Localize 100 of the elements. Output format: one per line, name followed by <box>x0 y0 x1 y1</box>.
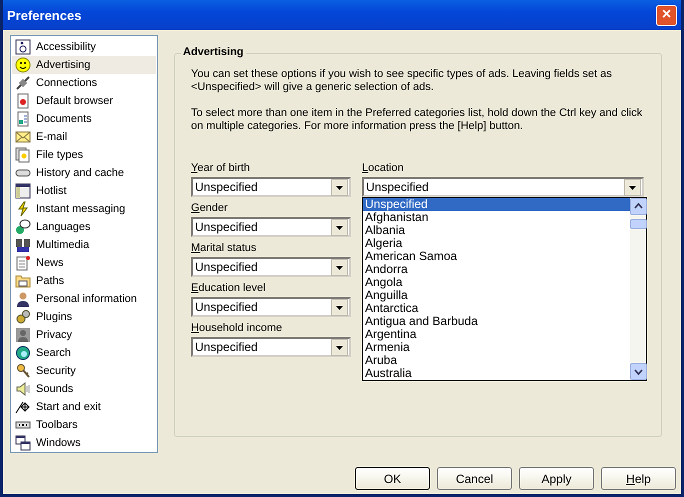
category-label: Paths <box>36 275 64 287</box>
dropdown-option[interactable]: Andorra <box>363 263 630 276</box>
category-item[interactable]: Toolbars <box>12 416 156 434</box>
silhouette-icon <box>15 327 31 343</box>
files-icon <box>15 147 31 163</box>
category-label: Personal information <box>36 293 137 305</box>
speaker-icon <box>15 381 31 397</box>
category-label: Search <box>36 347 71 359</box>
field-label: Marital status <box>191 241 258 256</box>
category-item[interactable]: Security <box>12 362 156 380</box>
field-label: Location <box>362 161 405 176</box>
dropdown-option[interactable]: Afghanistan <box>363 211 630 224</box>
dropdown-option[interactable]: Argentina <box>363 328 630 341</box>
dropdown-field[interactable]: Unspecified <box>191 337 351 357</box>
field-label: Education level <box>191 281 267 296</box>
dropdown-option[interactable]: Albania <box>363 224 630 237</box>
category-item[interactable]: Paths <box>12 272 156 290</box>
dropdown-field[interactable]: Unspecified <box>191 177 351 197</box>
category-label: History and cache <box>36 167 124 179</box>
scrollbar[interactable] <box>630 198 646 380</box>
dropdown-field[interactable]: Unspecified <box>191 257 351 277</box>
field-label: Gender <box>191 201 229 216</box>
note-icon <box>15 255 31 271</box>
keys-icon <box>15 363 31 379</box>
category-label: Sounds <box>36 383 74 395</box>
plug-icon <box>15 75 31 91</box>
category-label: Start and exit <box>36 401 101 413</box>
category-item[interactable]: Start and exit <box>12 398 156 416</box>
dropdown-option[interactable]: Angola <box>363 276 630 289</box>
category-label: Instant messaging <box>36 203 126 215</box>
category-item[interactable]: Multimedia <box>12 236 156 254</box>
category-label: Accessibility <box>36 41 96 53</box>
category-label: Documents <box>36 113 92 125</box>
category-item[interactable]: Accessibility <box>12 38 156 56</box>
field-label: Household income <box>191 321 284 336</box>
document-icon <box>15 93 31 109</box>
category-item[interactable]: Personal information <box>12 290 156 308</box>
window-title: Preferences <box>7 8 82 22</box>
category-item[interactable]: Sounds <box>12 380 156 398</box>
category-label: Privacy <box>36 329 72 341</box>
scroll-thumb[interactable] <box>630 219 647 229</box>
category-label: Plugins <box>36 311 72 323</box>
category-item[interactable]: News <box>12 254 156 272</box>
category-label: Windows <box>36 437 81 449</box>
dropdown-option[interactable]: Australia <box>363 367 630 380</box>
dropdown-field[interactable]: Unspecified <box>191 217 351 237</box>
category-item[interactable]: Default browser <box>12 92 156 110</box>
dropdown-field[interactable]: Unspecified <box>362 177 644 197</box>
category-item[interactable]: Documents <box>12 110 156 128</box>
dropdown-option[interactable]: Antarctica <box>363 302 630 315</box>
category-item[interactable]: Instant messaging <box>12 200 156 218</box>
category-label: E-mail <box>36 131 68 143</box>
category-label: Advertising <box>36 59 90 71</box>
category-item[interactable]: Connections <box>12 74 156 92</box>
film-icon <box>15 237 31 253</box>
category-label: Hotlist <box>36 185 67 197</box>
category-item[interactable]: Search <box>12 344 156 362</box>
dropdown-option[interactable]: American Samoa <box>363 250 630 263</box>
group-title: Advertising <box>181 46 246 58</box>
category-label: Toolbars <box>36 419 78 431</box>
dropdown-option[interactable]: Algeria <box>363 237 630 250</box>
folder-icon <box>15 273 31 289</box>
close-button[interactable]: × <box>656 4 677 26</box>
category-item[interactable]: Languages <box>12 218 156 236</box>
dropdown-option[interactable]: Aruba <box>363 354 630 367</box>
category-label: News <box>36 257 64 269</box>
category-item[interactable]: History and cache <box>12 164 156 182</box>
lightning-icon <box>15 201 31 217</box>
dropdown-option[interactable]: Antigua and Barbuda <box>363 315 630 328</box>
scroll-down-icon[interactable] <box>630 363 647 380</box>
envelope-icon <box>15 129 31 145</box>
crosshair-icon <box>15 399 31 415</box>
dropdown-option[interactable]: Unspecified <box>363 198 630 211</box>
dialog-button[interactable]: Cancel <box>437 467 512 490</box>
dialog-button[interactable]: Apply <box>519 467 594 490</box>
category-item[interactable]: Plugins <box>12 308 156 326</box>
category-label: Languages <box>36 221 90 233</box>
category-item[interactable]: E-mail <box>12 128 156 146</box>
dialog-button[interactable]: Help <box>601 467 676 490</box>
dropdown-option[interactable]: Armenia <box>363 341 630 354</box>
dropdown-field[interactable]: Unspecified <box>191 297 351 317</box>
dropdown-option[interactable]: Anguilla <box>363 289 630 302</box>
category-item[interactable]: File types <box>12 146 156 164</box>
category-label: File types <box>36 149 84 161</box>
dialog-button[interactable]: OK <box>355 467 430 490</box>
person-icon <box>15 291 31 307</box>
window-icon <box>15 183 31 199</box>
document-icon <box>15 111 31 127</box>
category-item[interactable]: Hotlist <box>12 182 156 200</box>
description-text: You can set these options if you wish to see specific types of ads. Leaving fields set as <Unspecified> will give a generic selection of ads. <box>191 68 613 94</box>
smiley-icon <box>15 57 31 73</box>
scroll-up-icon[interactable] <box>630 198 647 215</box>
category-label: Default browser <box>36 95 114 107</box>
category-item[interactable]: Windows <box>12 434 156 452</box>
category-item[interactable]: Privacy <box>12 326 156 344</box>
category-label: Connections <box>36 77 98 89</box>
category-item[interactable]: Advertising <box>12 56 156 74</box>
category-label: Multimedia <box>36 239 90 251</box>
category-label: Security <box>36 365 76 377</box>
field-label: Year of birth <box>191 161 251 176</box>
